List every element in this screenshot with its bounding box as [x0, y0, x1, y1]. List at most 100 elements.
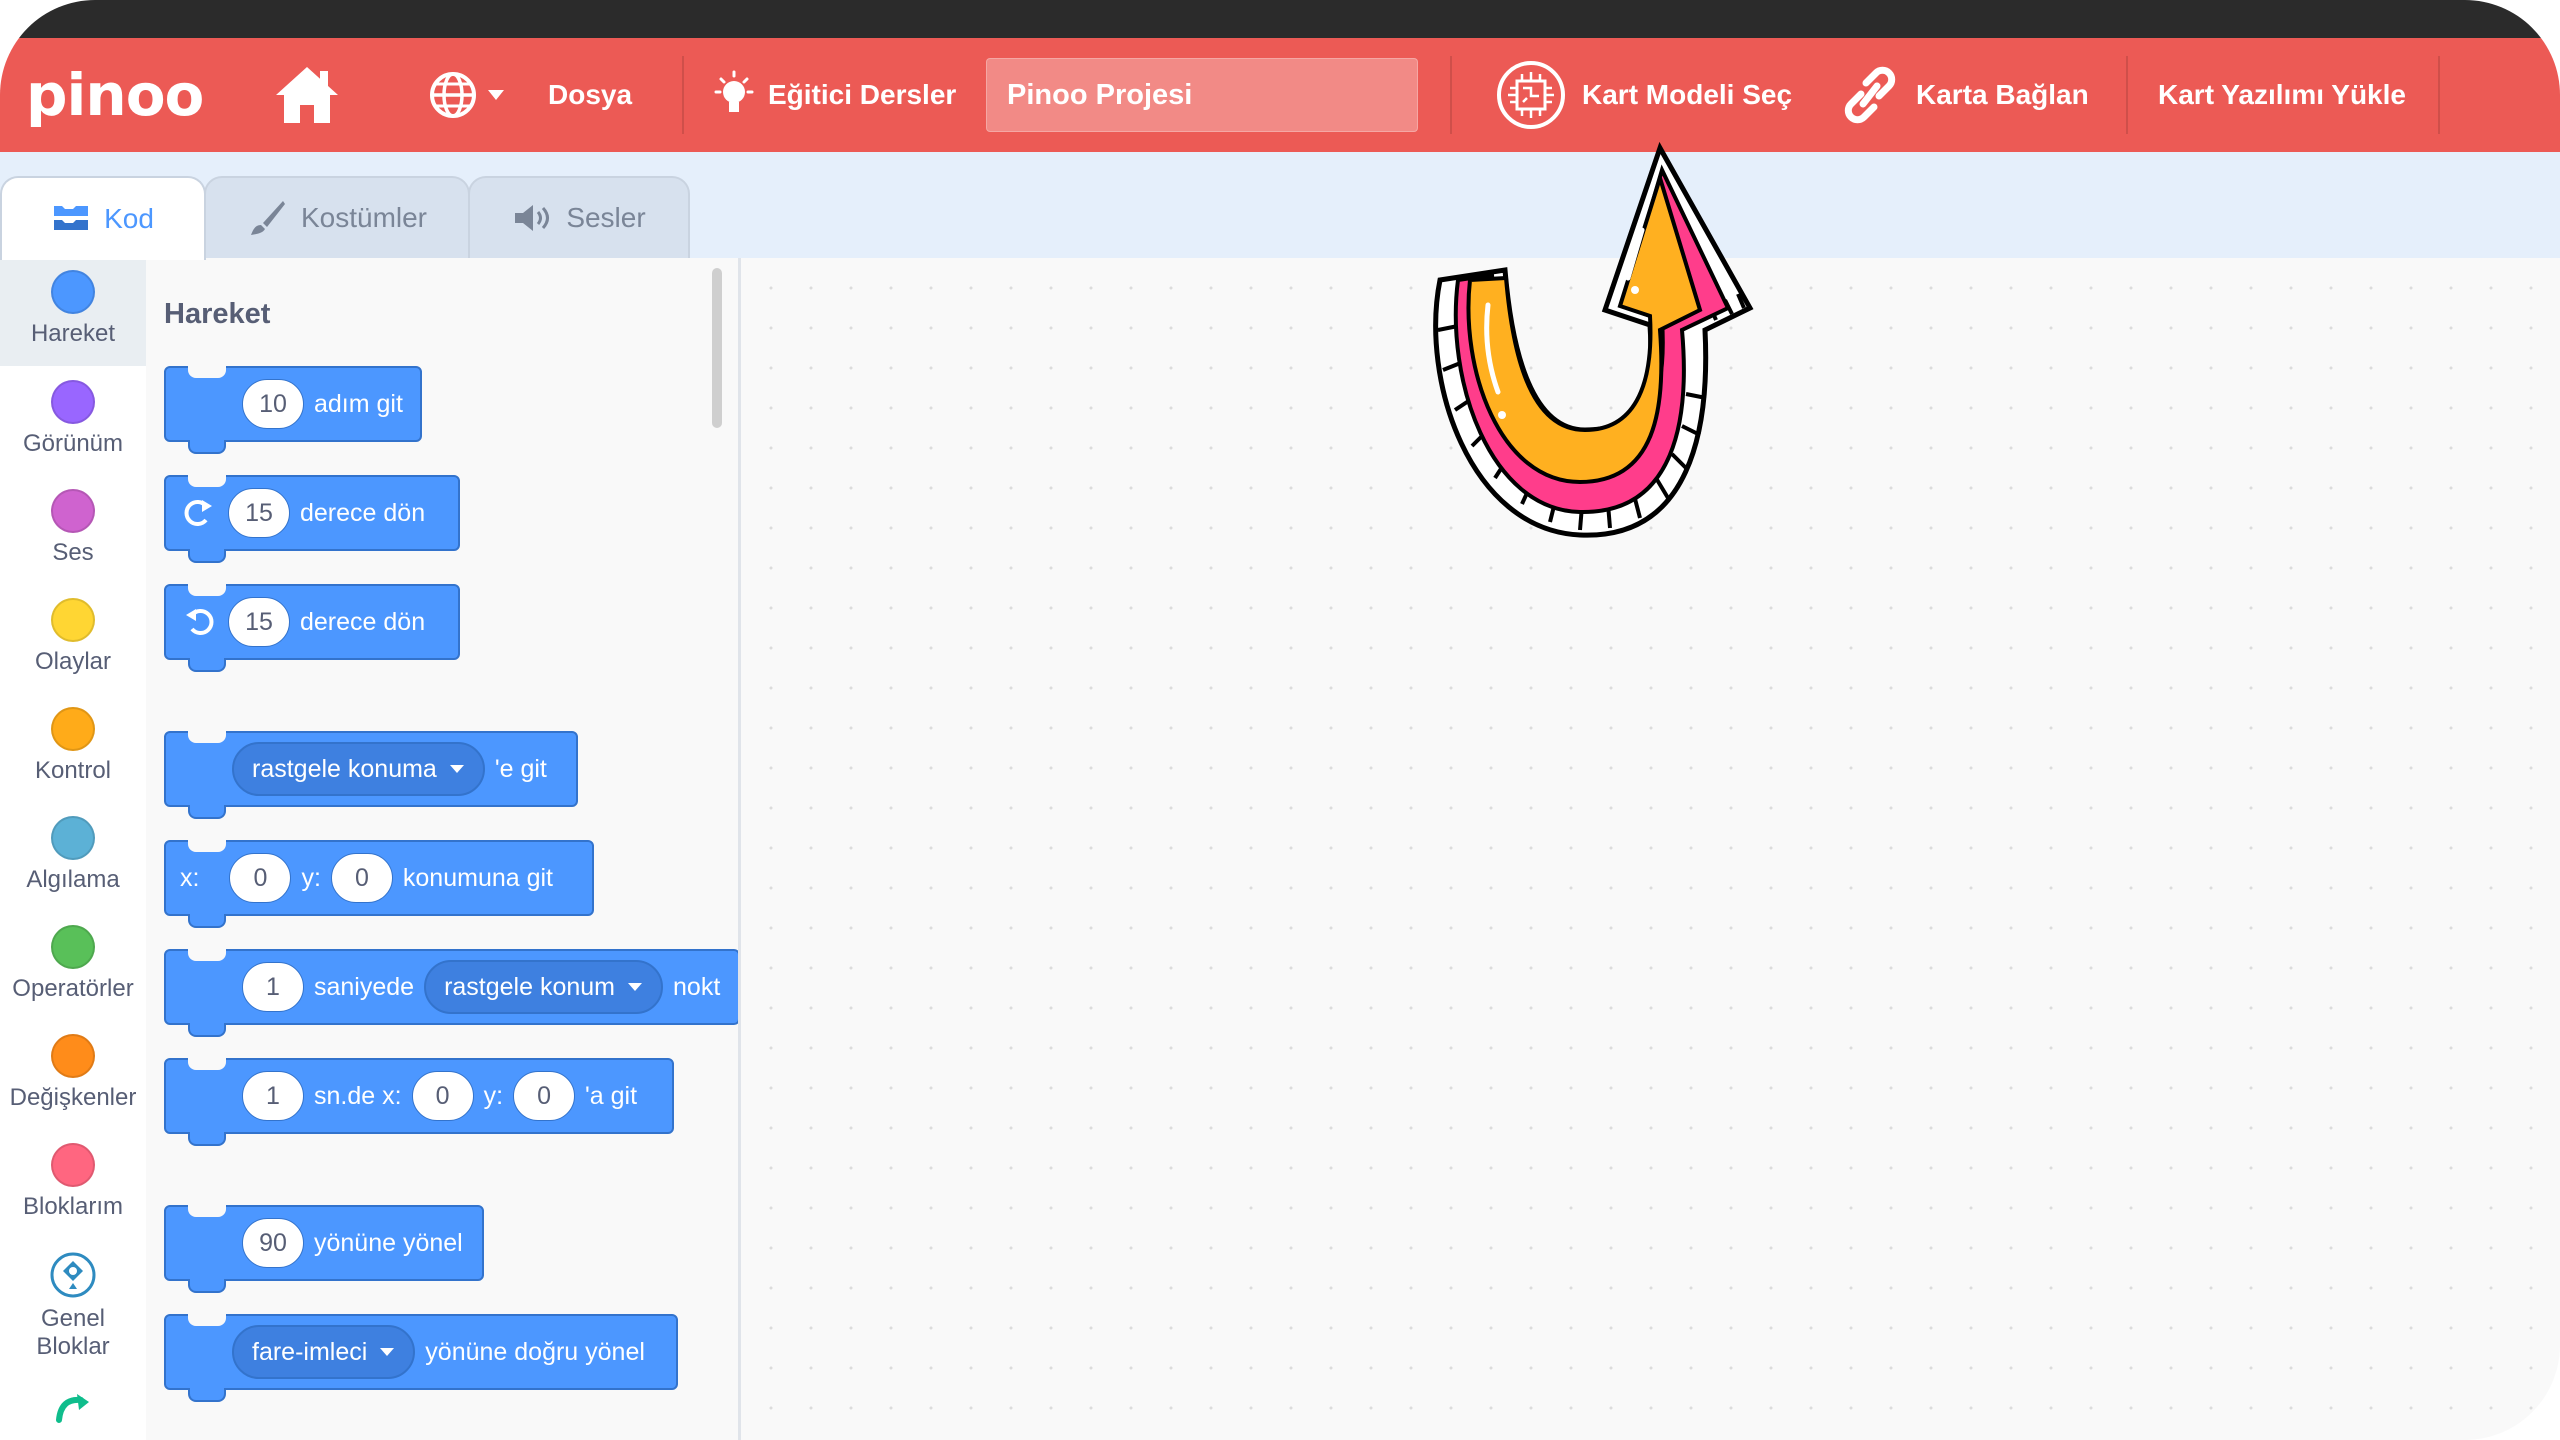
target-dropdown[interactable]: rastgele konuma [232, 742, 485, 796]
category-motion[interactable]: Hareket [0, 258, 146, 366]
block-text: yönüne doğru yönel [425, 1337, 645, 1366]
menu-divider [2438, 56, 2440, 134]
block-goto-xy[interactable]: x: 0 y: 0 konumuna git [164, 840, 594, 928]
y-label: y: [483, 1081, 504, 1110]
caret-down-icon [380, 1348, 395, 1356]
seconds-input[interactable]: 1 [242, 1071, 304, 1121]
seconds-input[interactable]: 1 [242, 962, 304, 1012]
logo-text: pinoo [26, 61, 204, 129]
block-move-steps[interactable]: 10 adım git [164, 366, 422, 454]
tab-sounds-label: Sesler [566, 202, 646, 233]
caret-down-icon [449, 765, 464, 773]
block-text: 'e git [494, 754, 547, 783]
general-blocks-icon [50, 1252, 96, 1298]
link-icon [1844, 66, 1896, 124]
block-text: 'a git [585, 1081, 638, 1110]
block-point-towards[interactable]: fare-imleci yönüne doğru yönel [164, 1314, 678, 1402]
x-label: x: [180, 863, 200, 892]
editor-tab-bar: Kod Kostümler Sesler [0, 152, 2560, 260]
block-point-direction[interactable]: 90 yönüne yönel [164, 1205, 484, 1293]
project-title-text: Pinoo Projesi [1007, 78, 1193, 111]
category-control[interactable]: Kontrol [0, 707, 146, 785]
steps-input[interactable]: 10 [242, 379, 304, 429]
block-glide-to-target[interactable]: 1 saniyede rastgele konum nokt [164, 949, 738, 1037]
tutorials-button[interactable]: Eğitici Dersler [712, 38, 956, 152]
block-turn-right[interactable]: 15 derece dön [164, 475, 460, 563]
connect-label: Karta Bağlan [1916, 79, 2089, 110]
tutorials-label: Eğitici Dersler [768, 79, 957, 110]
upload-firmware-button[interactable]: Kart Yazılımı Yükle [2158, 38, 2406, 152]
tab-costumes-label: Kostümler [300, 202, 428, 233]
category-label: Hareket [30, 320, 116, 347]
pinoo-logo[interactable]: pinoo [26, 38, 204, 152]
category-more[interactable] [0, 1390, 146, 1431]
tab-code[interactable]: Kod [0, 176, 206, 260]
tab-sounds[interactable]: Sesler [468, 176, 690, 260]
lightbulb-icon [714, 70, 754, 112]
target-dropdown[interactable]: rastgele konum [424, 960, 664, 1014]
block-text: derece dön [300, 607, 426, 636]
block-text: nokt [673, 972, 721, 1001]
block-text: saniyede [314, 972, 415, 1001]
category-my-blocks[interactable]: Bloklarım [0, 1143, 146, 1221]
dropdown-value: fare-imleci [252, 1337, 368, 1366]
project-title-input[interactable]: Pinoo Projesi [986, 58, 1418, 132]
category-events[interactable]: Olaylar [0, 598, 146, 676]
block-glide-xy[interactable]: 1 sn.de x: 0 y: 0 'a git [164, 1058, 674, 1146]
connect-board-button[interactable]: Karta Bağlan [1838, 38, 2089, 152]
category-menu: Hareket Görünüm Ses Olaylar Kontrol Algı… [0, 258, 148, 1440]
block-text: sn.de x: [314, 1081, 402, 1110]
direction-input[interactable]: 90 [242, 1218, 304, 1268]
paintbrush-icon [250, 201, 285, 235]
category-label: Bloklarım [22, 1193, 124, 1220]
block-text: konumuna git [402, 863, 554, 892]
file-menu-label: Dosya [548, 79, 633, 110]
home-button[interactable] [272, 38, 342, 152]
category-sound[interactable]: Ses [0, 489, 146, 567]
category-looks[interactable]: Görünüm [0, 380, 146, 458]
caret-down-icon [488, 90, 504, 100]
curved-arrow-icon [56, 1394, 89, 1423]
category-dot [51, 707, 95, 751]
file-menu[interactable]: Dosya [548, 38, 632, 152]
window-top-strip [0, 0, 2560, 38]
y-label: y: [301, 863, 321, 892]
category-operators[interactable]: Operatörler [0, 925, 146, 1003]
menu-bar: pinoo Dosya Eğitici Dersler Pinoo Projes… [0, 38, 2560, 152]
category-label: Ses [52, 539, 94, 566]
category-label: Algılama [26, 866, 120, 893]
tab-costumes[interactable]: Kostümler [204, 176, 470, 260]
dropdown-value: rastgele konuma [252, 754, 437, 783]
home-icon [276, 67, 338, 123]
circuit-board-icon [1497, 61, 1565, 129]
category-sensing[interactable]: Algılama [0, 816, 146, 894]
category-label: Değişkenler [9, 1084, 137, 1111]
caret-down-icon [628, 983, 643, 991]
category-dot [51, 925, 95, 969]
degrees-input[interactable]: 15 [228, 597, 290, 647]
speaker-icon [515, 205, 550, 231]
category-label: Kontrol [34, 757, 112, 784]
annotation-arrow-icon [1433, 141, 1754, 538]
category-label: Operatörler [12, 975, 134, 1002]
category-variables[interactable]: Değişkenler [0, 1034, 146, 1112]
category-dot [51, 270, 95, 314]
block-palette: Hareket 10 adım git 15 derece dön 15 der… [146, 258, 741, 1440]
language-menu[interactable] [428, 38, 506, 152]
y-input[interactable]: 0 [513, 1071, 576, 1121]
x-input[interactable]: 0 [411, 1071, 474, 1121]
block-turn-left[interactable]: 15 derece dön [164, 584, 460, 672]
rotate-left-icon [186, 609, 214, 635]
palette-scrollbar[interactable] [712, 268, 722, 428]
category-general-blocks[interactable]: Genel Bloklar [0, 1252, 146, 1361]
x-input[interactable]: 0 [229, 853, 292, 903]
degrees-input[interactable]: 15 [228, 488, 290, 538]
menu-divider [682, 56, 684, 134]
category-dot [51, 1034, 95, 1078]
towards-dropdown[interactable]: fare-imleci [232, 1325, 416, 1379]
block-goto-target[interactable]: rastgele konuma 'e git [164, 731, 578, 819]
y-input[interactable]: 0 [330, 853, 393, 903]
block-text: yönüne yönel [314, 1228, 463, 1257]
category-label: Olaylar [34, 648, 112, 675]
block-text: derece dön [300, 498, 426, 527]
